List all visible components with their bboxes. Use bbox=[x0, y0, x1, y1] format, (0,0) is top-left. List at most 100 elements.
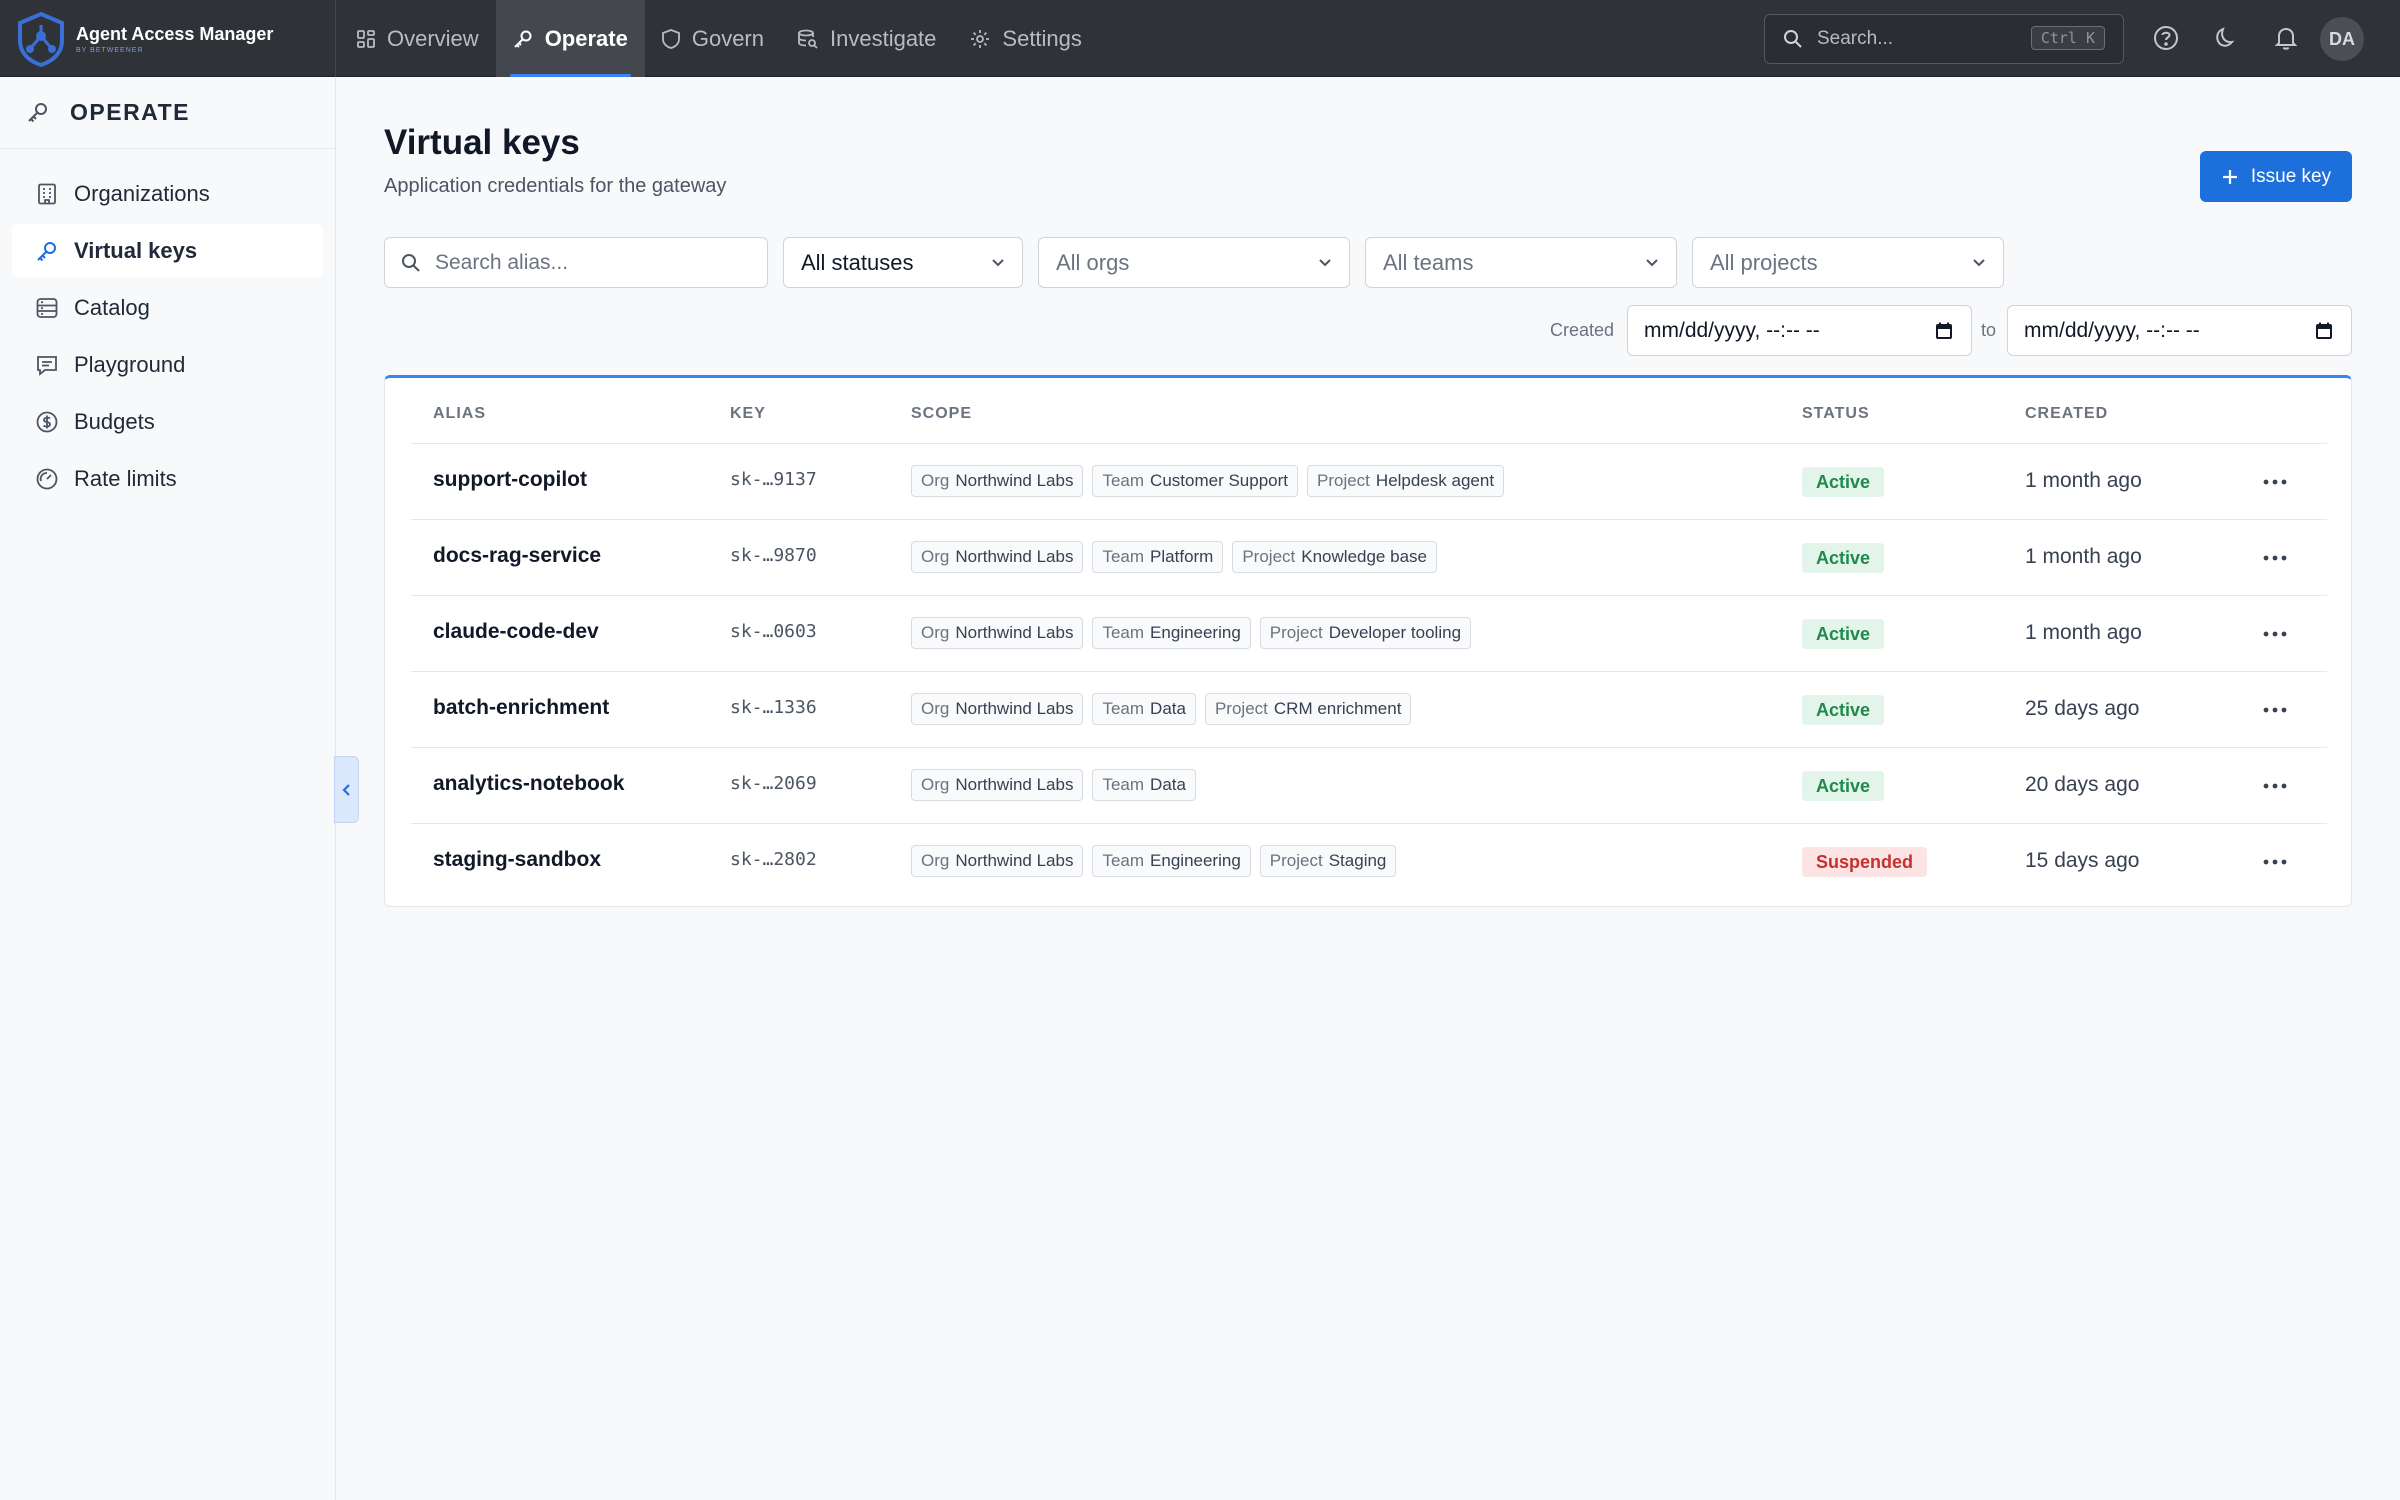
scope-chip-kind: Project bbox=[1269, 851, 1323, 870]
help-icon[interactable] bbox=[2152, 24, 2180, 52]
alias-search-input[interactable]: Search alias... bbox=[384, 237, 768, 288]
scope-chip: Org Northwind Labs bbox=[911, 541, 1084, 573]
nav-label: Settings bbox=[1002, 25, 1082, 51]
scope-chip-value: Northwind Labs bbox=[955, 547, 1074, 566]
key-cell: sk-…2069 bbox=[730, 773, 817, 794]
scope-cell: Org Northwind Labs Team Engineering Project S… bbox=[911, 845, 1397, 877]
scope-chip: Team Data bbox=[1092, 769, 1196, 801]
global-search[interactable]: Search... Ctrl K bbox=[1764, 14, 2124, 64]
scope-chip-kind: Org bbox=[921, 547, 950, 566]
gear-icon bbox=[970, 29, 990, 49]
scope-chip: Team Customer Support bbox=[1092, 465, 1298, 497]
scope-chip-value: Engineering bbox=[1150, 623, 1241, 642]
sidebar-item-playground[interactable]: Playground bbox=[12, 338, 323, 392]
scope-chip-kind: Team bbox=[1102, 851, 1145, 870]
status-select[interactable]: All statuses bbox=[783, 237, 1023, 288]
to-label: to bbox=[1981, 320, 1997, 340]
column-header-alias[interactable]: ALIAS bbox=[433, 405, 486, 423]
created-cell: 25 days ago bbox=[2025, 697, 2140, 720]
issue-key-button[interactable]: Issue key bbox=[2200, 151, 2352, 202]
scope-chip: Org Northwind Labs bbox=[911, 617, 1084, 649]
virtual-keys-table: ALIAS KEY SCOPE STATUS CREATED support-c… bbox=[384, 375, 2352, 907]
alias-cell[interactable]: analytics-notebook bbox=[433, 772, 624, 796]
sidebar-item-organizations[interactable]: Organizations bbox=[12, 167, 323, 221]
scope-chip: Team Platform bbox=[1092, 541, 1224, 573]
sidebar-item-rate-limits[interactable]: Rate limits bbox=[12, 452, 323, 506]
created-from-input[interactable]: mm/dd/yyyy, --:-- -- bbox=[1627, 305, 1972, 356]
nav-settings[interactable]: Settings bbox=[953, 0, 1099, 77]
avatar[interactable]: DA bbox=[2320, 17, 2364, 61]
more-actions-icon[interactable] bbox=[2257, 774, 2293, 798]
chevron-left-icon bbox=[341, 782, 353, 798]
nav-investigate[interactable]: Investigate bbox=[781, 0, 953, 77]
more-actions-icon[interactable] bbox=[2257, 470, 2293, 494]
sidebar-list: Organizations Virtual keys Catalog Playg… bbox=[0, 149, 335, 506]
sidebar-item-label: Rate limits bbox=[74, 466, 177, 491]
scope-chip-kind: Project bbox=[1269, 623, 1323, 642]
teams-select[interactable]: All teams bbox=[1365, 237, 1677, 288]
scope-chip-kind: Team bbox=[1102, 775, 1145, 794]
sidebar-item-catalog[interactable]: Catalog bbox=[12, 281, 323, 335]
page-subtitle: Application credentials for the gateway bbox=[384, 175, 727, 197]
table-row[interactable]: claude-code-dev sk-…0603 Org Northwind Labs… bbox=[411, 596, 2327, 672]
scope-chip-value: Northwind Labs bbox=[955, 623, 1074, 642]
orgs-select[interactable]: All orgs bbox=[1038, 237, 1350, 288]
dark-mode-icon[interactable] bbox=[2212, 24, 2240, 52]
shield-icon bbox=[661, 28, 680, 49]
scope-chip-value: Data bbox=[1150, 699, 1186, 718]
status-select-value: All statuses bbox=[801, 249, 914, 275]
sidebar-item-virtual-keys[interactable]: Virtual keys bbox=[12, 224, 323, 278]
nav-label: Operate bbox=[544, 25, 628, 51]
scope-chip-kind: Org bbox=[921, 623, 950, 642]
created-filter-label: Created bbox=[1550, 320, 1615, 340]
sidebar-item-budgets[interactable]: Budgets bbox=[12, 395, 323, 449]
brand-sub: BY BETWEENER bbox=[76, 46, 144, 54]
scope-chip: Project CRM enrichment bbox=[1204, 693, 1412, 725]
plus-icon bbox=[2221, 168, 2239, 186]
projects-select[interactable]: All projects bbox=[1692, 237, 2004, 288]
alias-cell[interactable]: batch-enrichment bbox=[433, 696, 609, 720]
alias-cell[interactable]: staging-sandbox bbox=[433, 848, 601, 872]
filter-bar: Search alias... All statuses All orgs Al… bbox=[384, 237, 2352, 289]
scope-cell: Org Northwind Labs Team Engineering Project D… bbox=[911, 617, 1472, 649]
more-actions-icon[interactable] bbox=[2257, 622, 2293, 646]
column-header-status[interactable]: STATUS bbox=[1802, 405, 1870, 423]
created-cell: 1 month ago bbox=[2025, 469, 2142, 492]
table-row[interactable]: docs-rag-service sk-…9870 Org Northwind Lab… bbox=[411, 520, 2327, 596]
orgs-select-value: All orgs bbox=[1056, 249, 1130, 275]
nav-govern[interactable]: Govern bbox=[645, 0, 781, 77]
table-row[interactable]: support-copilot sk-…9137 Org Northwind Labs… bbox=[411, 444, 2327, 520]
column-header-key[interactable]: KEY bbox=[730, 405, 766, 423]
alias-cell[interactable]: claude-code-dev bbox=[433, 620, 599, 644]
collapse-sidebar-button[interactable] bbox=[334, 756, 359, 823]
brand[interactable]: Agent Access Manager BY BETWEENER bbox=[0, 0, 336, 77]
calendar-icon[interactable] bbox=[2315, 322, 2333, 340]
table-row[interactable]: batch-enrichment sk-…1336 Org Northwind Lab… bbox=[411, 672, 2327, 748]
scope-cell: Org Northwind Labs Team Platform Project Know… bbox=[911, 541, 1437, 573]
scope-chip: Team Data bbox=[1092, 693, 1196, 725]
status-badge: Active bbox=[1802, 695, 1885, 725]
more-actions-icon[interactable] bbox=[2257, 850, 2293, 874]
table-row[interactable]: staging-sandbox sk-…2802 Org Northwind Labs… bbox=[411, 824, 2327, 900]
alias-cell[interactable]: support-copilot bbox=[433, 468, 587, 492]
status-badge: Active bbox=[1802, 771, 1885, 801]
table-row[interactable]: analytics-notebook sk-…2069 Org Northwind L… bbox=[411, 748, 2327, 824]
scope-chip-kind: Team bbox=[1102, 699, 1145, 718]
bell-icon[interactable] bbox=[2272, 24, 2300, 52]
column-header-scope[interactable]: SCOPE bbox=[911, 405, 972, 423]
dollar-icon bbox=[36, 411, 58, 433]
nav-operate[interactable]: Operate bbox=[495, 0, 645, 77]
created-to-input[interactable]: mm/dd/yyyy, --:-- -- bbox=[2007, 305, 2352, 356]
more-actions-icon[interactable] bbox=[2257, 698, 2293, 722]
scope-chip-value: Engineering bbox=[1150, 851, 1241, 870]
sidebar-item-label: Playground bbox=[74, 352, 186, 377]
page-title: Virtual keys bbox=[384, 123, 580, 162]
nav-label: Govern bbox=[691, 25, 764, 51]
column-header-created[interactable]: CREATED bbox=[2025, 405, 2108, 423]
search-icon bbox=[1783, 29, 1803, 49]
more-actions-icon[interactable] bbox=[2257, 546, 2293, 570]
alias-cell[interactable]: docs-rag-service bbox=[433, 544, 601, 568]
calendar-icon[interactable] bbox=[1935, 322, 1953, 340]
nav-overview[interactable]: Overview bbox=[340, 0, 496, 77]
scope-chip: Team Engineering bbox=[1092, 617, 1251, 649]
